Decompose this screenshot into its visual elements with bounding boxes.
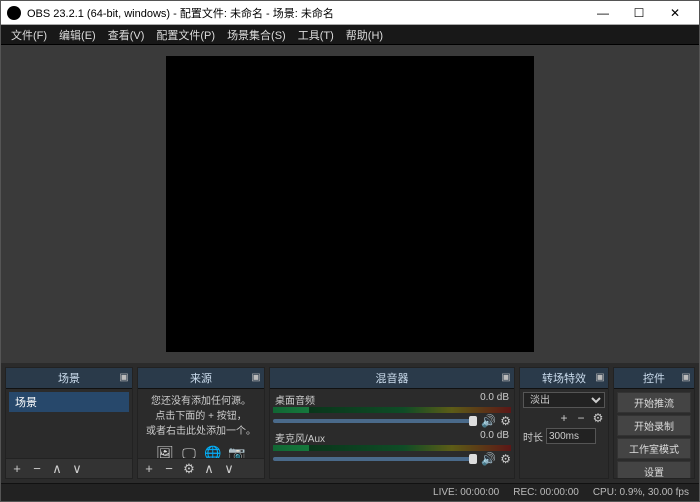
preview-canvas[interactable] — [166, 56, 534, 352]
dock-popout-icon[interactable]: ▣ — [119, 373, 129, 383]
camera-source-icon: 📷 — [228, 443, 246, 457]
scenes-dock: 场景 ▣ 场景 + − ∧ ∨ — [5, 367, 133, 479]
transitions-title: 转场特效 — [542, 370, 586, 386]
speaker-icon[interactable]: 🔊 — [481, 452, 496, 466]
sources-dock: 来源 ▣ 您还没有添加任何源。 点击下面的 + 按钮， 或者右击此处添加一个。 … — [137, 367, 265, 479]
studio-mode-button[interactable]: 工作室模式 — [617, 438, 691, 459]
dock-popout-icon[interactable]: ▣ — [595, 373, 605, 383]
statusbar: LIVE: 00:00:00 REC: 00:00:00 CPU: 0.9%, … — [1, 483, 699, 501]
transitions-dock: 转场特效 ▣ 淡出 + − ⚙ 时长 — [519, 367, 609, 479]
scenes-toolbar: + − ∧ ∨ — [6, 458, 132, 478]
transition-duration-label: 时长 — [523, 429, 543, 444]
source-props-button[interactable]: ⚙ — [182, 461, 196, 477]
mixer-ch-level: 0.0 dB — [480, 430, 509, 445]
dock-popout-icon[interactable]: ▣ — [501, 373, 511, 383]
scene-movedown-button[interactable]: ∨ — [70, 461, 84, 477]
status-live: LIVE: 00:00:00 — [433, 487, 499, 498]
scene-add-button[interactable]: + — [10, 461, 24, 476]
menu-profile[interactable]: 配置文件(P) — [150, 25, 221, 45]
sources-toolbar: + − ⚙ ∧ ∨ — [138, 458, 264, 478]
source-movedown-button[interactable]: ∨ — [222, 461, 236, 477]
controls-title: 控件 — [643, 370, 665, 386]
window-title: OBS 23.2.1 (64-bit, windows) - 配置文件: 未命名… — [27, 5, 585, 21]
dock-row: 场景 ▣ 场景 + − ∧ ∨ 来源 ▣ 您还没有添加任何源。 点击下 — [1, 363, 699, 483]
mixer-volume-slider[interactable] — [273, 419, 477, 423]
menu-view[interactable]: 查看(V) — [102, 25, 151, 45]
gear-icon[interactable]: ⚙ — [500, 452, 511, 466]
status-cpu: CPU: 0.9%, 30.00 fps — [593, 487, 689, 498]
speaker-icon[interactable]: 🔊 — [481, 414, 496, 428]
minimize-button[interactable]: — — [585, 2, 621, 24]
source-moveup-button[interactable]: ∧ — [202, 461, 216, 477]
scenes-header: 场景 ▣ — [6, 368, 132, 389]
source-remove-button[interactable]: − — [162, 461, 176, 476]
menu-scene-collection[interactable]: 场景集合(S) — [221, 25, 292, 45]
controls-body: 开始推流 开始录制 工作室模式 设置 退出 — [614, 389, 694, 478]
sources-header: 来源 ▣ — [138, 368, 264, 389]
mixer-channel-desktop: 桌面音频 0.0 dB 🔊 ⚙ — [273, 392, 511, 428]
obs-logo-icon — [7, 6, 21, 20]
sources-empty-line3: 或者右击此处添加一个。 — [141, 424, 261, 439]
sources-title: 来源 — [190, 370, 212, 386]
menubar: 文件(F) 编辑(E) 查看(V) 配置文件(P) 场景集合(S) 工具(T) … — [1, 25, 699, 45]
menu-file[interactable]: 文件(F) — [5, 25, 53, 45]
menu-help[interactable]: 帮助(H) — [340, 25, 389, 45]
scenes-title: 场景 — [58, 370, 80, 386]
mixer-channel-mic: 麦克风/Aux 0.0 dB 🔊 ⚙ — [273, 430, 511, 466]
app-window: OBS 23.2.1 (64-bit, windows) - 配置文件: 未命名… — [0, 0, 700, 502]
mixer-dock: 混音器 ▣ 桌面音频 0.0 dB 🔊 ⚙ — [269, 367, 515, 479]
mixer-header: 混音器 ▣ — [270, 368, 514, 389]
display-source-icon: 🖵 — [180, 443, 198, 457]
transition-add-button[interactable]: + — [557, 411, 571, 425]
menu-edit[interactable]: 编辑(E) — [53, 25, 102, 45]
transition-duration-input[interactable] — [546, 428, 596, 444]
mixer-volume-slider[interactable] — [273, 457, 477, 461]
mixer-ch-name: 麦克风/Aux — [275, 430, 325, 445]
mixer-body: 桌面音频 0.0 dB 🔊 ⚙ 麦克风/Aux 0.0 dB — [270, 389, 514, 478]
sources-empty-line1: 您还没有添加任何源。 — [141, 394, 261, 409]
mixer-title: 混音器 — [376, 370, 409, 386]
image-source-icon: 🖼 — [156, 443, 174, 457]
transition-remove-button[interactable]: − — [574, 411, 588, 425]
scenes-list[interactable]: 场景 — [6, 389, 132, 458]
preview-area — [1, 45, 699, 363]
scene-moveup-button[interactable]: ∧ — [50, 461, 64, 477]
scene-item[interactable]: 场景 — [9, 392, 129, 412]
menu-tools[interactable]: 工具(T) — [292, 25, 340, 45]
start-streaming-button[interactable]: 开始推流 — [617, 392, 691, 413]
mixer-ch-name: 桌面音频 — [275, 392, 315, 407]
scene-remove-button[interactable]: − — [30, 461, 44, 476]
titlebar: OBS 23.2.1 (64-bit, windows) - 配置文件: 未命名… — [1, 1, 699, 25]
mixer-meter — [273, 445, 511, 451]
controls-dock: 控件 ▣ 开始推流 开始录制 工作室模式 设置 退出 — [613, 367, 695, 479]
mixer-ch-level: 0.0 dB — [480, 392, 509, 407]
source-add-button[interactable]: + — [142, 461, 156, 476]
dock-popout-icon[interactable]: ▣ — [681, 373, 691, 383]
sources-empty-line2: 点击下面的 + 按钮， — [141, 409, 261, 424]
controls-header: 控件 ▣ — [614, 368, 694, 389]
gear-icon[interactable]: ⚙ — [500, 414, 511, 428]
transition-settings-button[interactable]: ⚙ — [591, 411, 605, 425]
globe-source-icon: 🌐 — [204, 443, 222, 457]
status-rec: REC: 00:00:00 — [513, 487, 579, 498]
maximize-button[interactable]: ☐ — [621, 2, 657, 24]
transitions-header: 转场特效 ▣ — [520, 368, 608, 389]
transition-select[interactable]: 淡出 — [523, 392, 605, 408]
close-button[interactable]: ✕ — [657, 2, 693, 24]
dock-popout-icon[interactable]: ▣ — [251, 373, 261, 383]
sources-list[interactable]: 您还没有添加任何源。 点击下面的 + 按钮， 或者右击此处添加一个。 🖼 🖵 🌐… — [138, 389, 264, 458]
transitions-body: 淡出 + − ⚙ 时长 — [520, 389, 608, 478]
settings-button[interactable]: 设置 — [617, 461, 691, 478]
mixer-meter — [273, 407, 511, 413]
start-recording-button[interactable]: 开始录制 — [617, 415, 691, 436]
